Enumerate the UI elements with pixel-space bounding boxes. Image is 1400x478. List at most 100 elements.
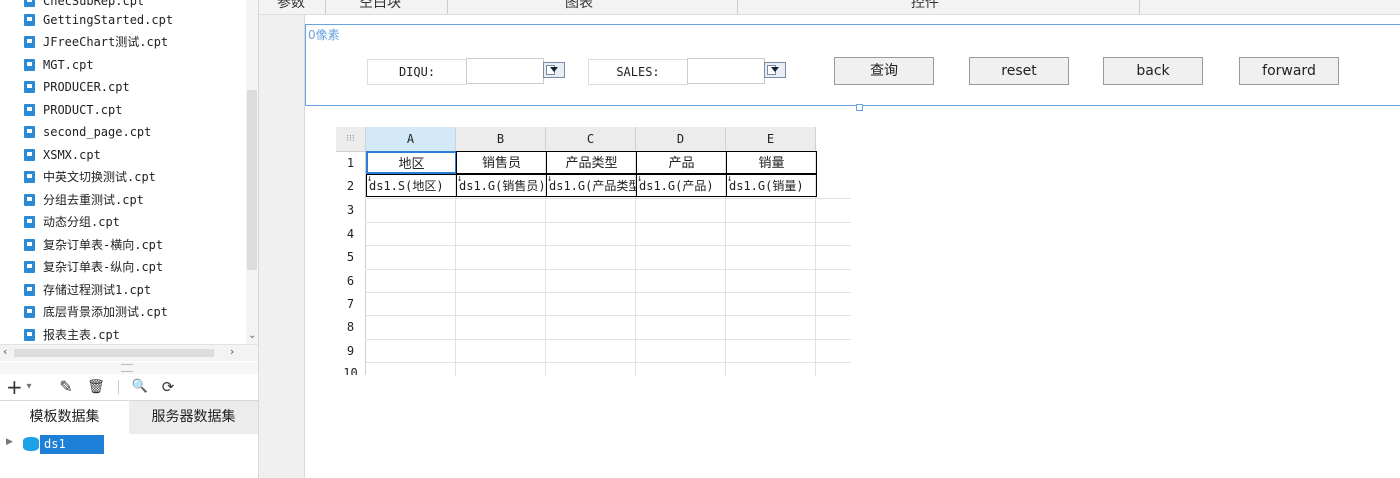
file-name: 报表主表.cpt [43, 328, 120, 342]
expand-down-icon: ↓ [547, 174, 553, 184]
report-file-icon [24, 81, 35, 93]
add-icon[interactable]: + [6, 376, 23, 398]
add-dropdown-icon[interactable]: ▾ [24, 376, 34, 398]
report-file-icon [24, 194, 35, 206]
dataset-item-ds1[interactable]: ds1 [40, 435, 104, 454]
file-item[interactable]: MGT.cpt [24, 54, 94, 76]
forward-button[interactable]: forward [1239, 57, 1339, 85]
cell-b1[interactable]: 销售员 [456, 151, 547, 174]
cell-a1[interactable]: 地区 [366, 151, 457, 174]
report-file-icon [24, 0, 35, 7]
file-name: 分组去重测试.cpt [43, 193, 144, 207]
grid-line [366, 198, 851, 199]
file-list-horizontal-scrollbar[interactable]: ‹ › [0, 344, 258, 361]
preview-icon[interactable]: 🔍 [130, 376, 150, 398]
dataset-toolbar: + ▾ ✎ 🗑 🔍 ⟳ [0, 374, 258, 400]
file-item[interactable]: 中英文切换测试.cpt [24, 166, 156, 188]
row-header[interactable]: 3 [336, 199, 366, 222]
design-area: 参数 空白块 图表 控件 0像素 DIQU: SALES: 查询 reset b… [259, 0, 1400, 478]
panel-splitter[interactable] [0, 362, 258, 374]
cell-c1[interactable]: 产品类型 [546, 151, 637, 174]
query-button[interactable]: 查询 [834, 57, 934, 85]
toolbar-item-blank[interactable]: 空白块 [359, 0, 401, 12]
file-item[interactable]: JFreeChart测试.cpt [24, 31, 168, 53]
cell-e1[interactable]: 销量 [726, 151, 817, 174]
report-file-icon [24, 284, 35, 296]
reset-button[interactable]: reset [969, 57, 1069, 85]
report-file-icon [24, 261, 35, 273]
expand-down-icon: ↓ [637, 174, 643, 184]
tab-template-dataset[interactable]: 模板数据集 [0, 401, 129, 434]
row-header[interactable]: 2 [336, 175, 366, 198]
expand-arrow-icon[interactable]: ▶ [6, 437, 13, 447]
scrollbar-thumb[interactable] [14, 349, 214, 357]
back-button[interactable]: back [1103, 57, 1203, 85]
file-item[interactable]: second_page.cpt [24, 121, 151, 143]
chevron-down-icon[interactable]: ⌄ [248, 330, 256, 341]
edit-icon[interactable]: ✎ [56, 376, 76, 398]
sales-input[interactable] [687, 58, 765, 84]
cell-d1[interactable]: 产品 [636, 151, 727, 174]
grid-corner[interactable]: ⁝⁝⁝ [336, 127, 366, 152]
cell-e2[interactable]: ↓ ds1.G(销量) [726, 174, 817, 197]
file-item[interactable]: PRODUCER.cpt [24, 76, 130, 98]
cell-a2[interactable]: ↓ ds1.S(地区) [366, 174, 457, 197]
toolbar-item-param[interactable]: 参数 [277, 0, 305, 12]
row-header[interactable]: 5 [336, 246, 366, 269]
cell-b2[interactable]: ↓ ds1.G(销售员) [456, 174, 547, 197]
file-item[interactable]: XSMX.cpt [24, 144, 101, 166]
scrollbar-thumb[interactable] [247, 90, 257, 270]
report-file-icon [24, 36, 35, 48]
report-file-icon [24, 14, 35, 26]
row-header[interactable]: 8 [336, 316, 366, 339]
file-item[interactable]: PRODUCT.cpt [24, 99, 122, 121]
left-gutter [259, 0, 305, 478]
cell-formula: ds1.G(产品) [639, 179, 714, 193]
report-file-icon [24, 329, 35, 341]
row-header[interactable]: 7 [336, 293, 366, 316]
cell-c2[interactable]: ↓ds1.G(产品类型) [546, 174, 637, 197]
file-name: XSMX.cpt [43, 148, 101, 162]
file-item[interactable]: 报表主表.cpt [24, 324, 120, 344]
report-file-icon [24, 104, 35, 116]
grid-line [366, 339, 851, 340]
row-header[interactable]: 9 [336, 340, 366, 363]
refresh-icon[interactable]: ⟳ [158, 376, 178, 398]
chevron-right-icon[interactable]: › [230, 345, 234, 358]
chevron-left-icon[interactable]: ‹ [3, 345, 7, 358]
toolbar-item-widget[interactable]: 控件 [911, 0, 939, 12]
column-header-a[interactable]: A [366, 127, 456, 152]
param-label-diqu[interactable]: DIQU: [367, 59, 467, 85]
row-header[interactable]: 1 [336, 152, 366, 175]
file-item[interactable]: 复杂订单表-横向.cpt [24, 234, 163, 256]
expand-down-icon: ↓ [727, 174, 733, 184]
file-item[interactable]: 动态分组.cpt [24, 211, 120, 233]
column-header-c[interactable]: C [546, 127, 636, 152]
template-file-list: ChecSubRep.cpt GettingStarted.cpt JFreeC… [0, 0, 246, 344]
column-header-b[interactable]: B [456, 127, 546, 152]
row-header-partial[interactable]: 10 [336, 363, 366, 375]
cell-d2[interactable]: ↓ ds1.G(产品) [636, 174, 727, 197]
diqu-input[interactable] [466, 58, 544, 84]
widget-toolbar: 参数 空白块 图表 控件 [259, 0, 1400, 15]
splitter-grip[interactable] [121, 364, 133, 372]
file-item[interactable]: 底层背景添加测试.cpt [24, 301, 168, 323]
diqu-dropdown-icon[interactable] [543, 62, 565, 78]
column-header-d[interactable]: D [636, 127, 726, 152]
file-item[interactable]: GettingStarted.cpt [24, 9, 173, 31]
sales-dropdown-icon[interactable] [764, 62, 786, 78]
file-item[interactable]: 复杂订单表-纵向.cpt [24, 256, 163, 278]
toolbar-item-chart[interactable]: 图表 [565, 0, 593, 12]
parameter-pane[interactable]: 0像素 DIQU: SALES: 查询 reset back forward [305, 24, 1400, 106]
file-list-vertical-scrollbar[interactable]: ⌄ [246, 0, 258, 344]
column-header-e[interactable]: E [726, 127, 816, 152]
resize-handle[interactable] [856, 104, 863, 111]
row-header[interactable]: 4 [336, 223, 366, 246]
tab-server-dataset[interactable]: 服务器数据集 [129, 401, 258, 434]
file-item[interactable]: 分组去重测试.cpt [24, 189, 144, 211]
report-file-icon [24, 59, 35, 71]
param-label-sales[interactable]: SALES: [588, 59, 688, 85]
file-item[interactable]: 存储过程测试1.cpt [24, 279, 151, 301]
row-header[interactable]: 6 [336, 270, 366, 293]
delete-icon[interactable]: 🗑 [86, 376, 106, 398]
